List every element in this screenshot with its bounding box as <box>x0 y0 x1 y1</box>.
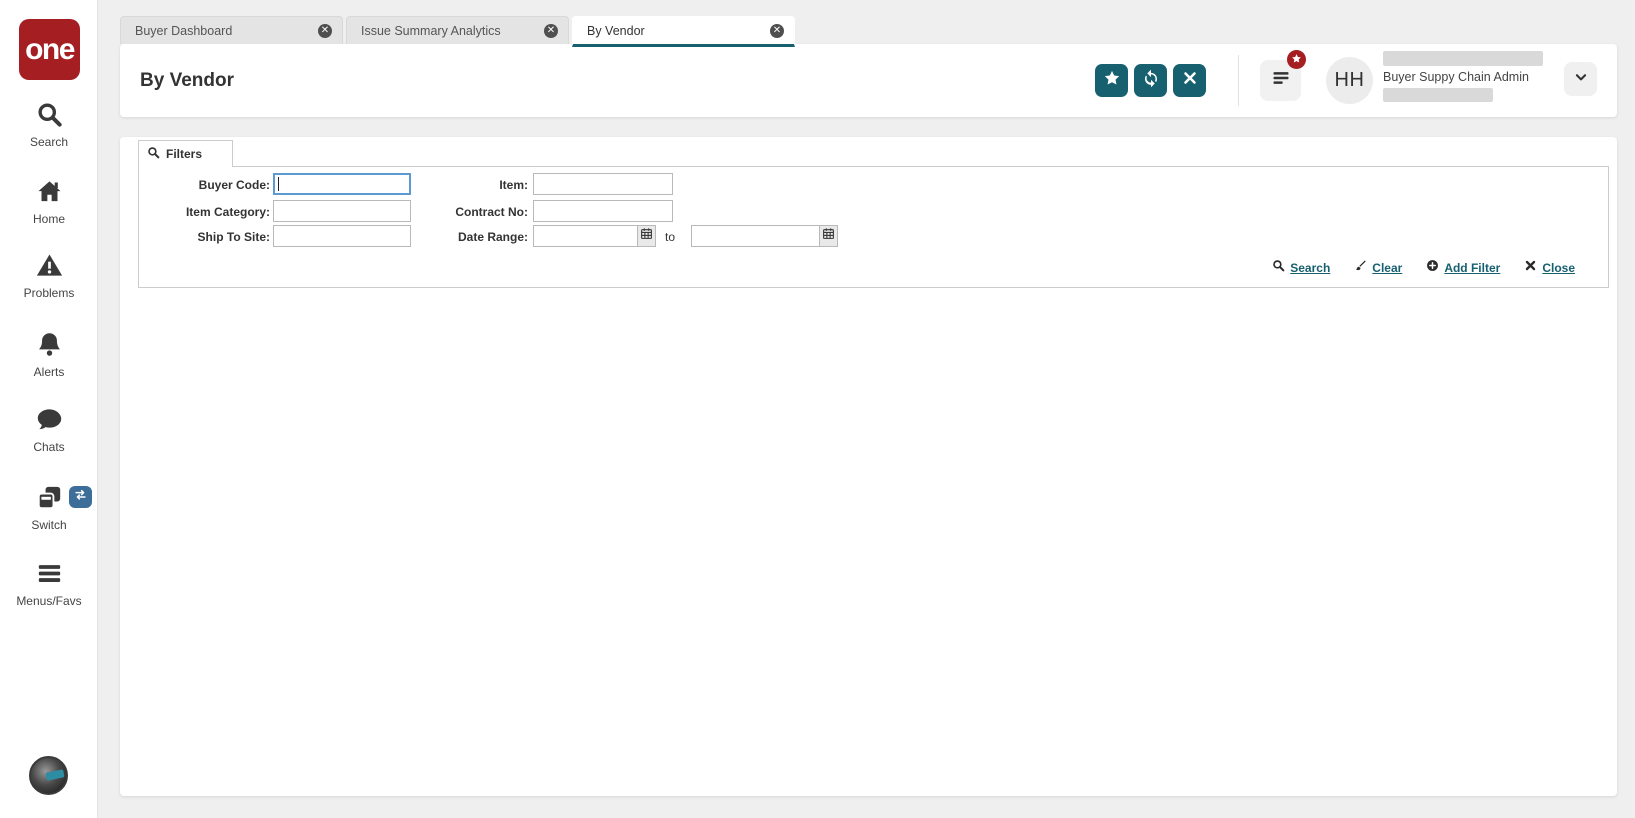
menu-lines-icon <box>1271 68 1291 93</box>
search-icon <box>36 103 63 132</box>
item-category-input[interactable] <box>273 200 411 222</box>
sidebar-item-alerts[interactable]: Alerts <box>0 331 98 379</box>
one-network-logo[interactable]: one <box>19 19 80 80</box>
sidebar-item-label: Chats <box>33 440 65 454</box>
date-range-to-text: to <box>665 230 676 244</box>
filters-panel-title: Filters <box>166 147 203 161</box>
contract-no-label: Contract No: <box>455 205 528 219</box>
user-initials: HH <box>1334 69 1365 91</box>
favorites-badge[interactable] <box>1287 50 1306 69</box>
date-range-from-group <box>533 225 656 247</box>
tab-by-vendor[interactable]: By Vendor ✕ <box>572 16 795 47</box>
close-link-label: Close <box>1542 261 1575 275</box>
sidebar-item-label: Problems <box>23 286 75 300</box>
tab-close-icon[interactable]: ✕ <box>770 23 784 38</box>
tab-buyer-dashboard[interactable]: Buyer Dashboard ✕ <box>120 16 343 44</box>
content-panel: Filters Buyer Code: Item Category: Ship … <box>120 137 1617 796</box>
filter-actions: Search Clear Add Filter Close <box>1272 259 1575 277</box>
user-role: Buyer Suppy Chain Admin <box>1383 70 1529 84</box>
bell-icon <box>36 333 63 362</box>
search-link[interactable]: Search <box>1272 259 1330 277</box>
app-root: one Search Home Problems Alerts Chats Sw… <box>0 0 1635 818</box>
close-icon <box>1181 69 1199 92</box>
search-link-label: Search <box>1290 261 1331 275</box>
sidebar-item-label: Menus/Favs <box>16 594 82 608</box>
user-avatar[interactable]: HH <box>1326 57 1373 104</box>
redacted-user-name <box>1383 51 1543 66</box>
date-range-from-input[interactable] <box>533 225 637 247</box>
hamburger-icon <box>36 565 63 591</box>
tab-label: Issue Summary Analytics <box>361 23 501 38</box>
clear-link-label: Clear <box>1372 261 1403 275</box>
tab-close-icon[interactable]: ✕ <box>318 23 332 38</box>
switch-swap-badge[interactable] <box>69 486 92 508</box>
ship-to-site-label: Ship To Site: <box>197 230 270 244</box>
buyer-code-input[interactable] <box>273 173 411 195</box>
buyer-code-label: Buyer Code: <box>198 178 270 192</box>
sidebar-item-label: Switch <box>31 518 67 532</box>
date-range-to-group <box>691 225 838 247</box>
sidebar: one Search Home Problems Alerts Chats Sw… <box>0 0 98 818</box>
chat-bubble-icon <box>36 409 63 437</box>
sidebar-item-problems[interactable]: Problems <box>0 252 98 300</box>
chevron-down-icon <box>1574 70 1588 89</box>
calendar-picker-button[interactable] <box>819 225 838 247</box>
header-divider <box>1238 55 1239 106</box>
sidebar-item-chats[interactable]: Chats <box>0 406 98 454</box>
header-action-buttons <box>1095 64 1206 97</box>
search-icon <box>1272 259 1285 277</box>
switch-windows-icon <box>36 486 63 515</box>
ai-assistant-avatar[interactable] <box>29 756 68 795</box>
bold-x-icon <box>1524 259 1537 277</box>
calendar-icon <box>640 227 653 245</box>
open-tabs-bar: Buyer Dashboard ✕ Issue Summary Analytic… <box>120 16 795 47</box>
logo-text: one <box>25 32 75 66</box>
tab-label: Buyer Dashboard <box>135 23 233 38</box>
item-label: Item: <box>499 178 528 192</box>
calendar-icon <box>822 227 835 245</box>
item-category-label: Item Category: <box>185 205 270 219</box>
sidebar-item-menus-favs[interactable]: Menus/Favs <box>0 560 98 608</box>
warning-triangle-icon <box>36 254 63 283</box>
sidebar-item-label: Search <box>29 135 69 149</box>
refresh-icon <box>1142 69 1160 92</box>
page-title: By Vendor <box>140 69 234 91</box>
user-menu-button[interactable] <box>1564 62 1597 96</box>
page-header: By Vendor HH Buyer Suppy Chain Admin <box>120 44 1617 117</box>
filters-panel-tab[interactable]: Filters <box>138 140 233 167</box>
tab-close-icon[interactable]: ✕ <box>544 23 558 38</box>
user-info: Buyer Suppy Chain Admin <box>1383 51 1543 102</box>
close-page-button[interactable] <box>1173 64 1206 97</box>
close-filters-link[interactable]: Close <box>1524 259 1575 277</box>
add-filter-link-label: Add Filter <box>1444 261 1501 275</box>
brush-clear-icon <box>1354 259 1367 277</box>
home-icon <box>36 181 63 209</box>
refresh-button[interactable] <box>1134 64 1167 97</box>
sidebar-item-label: Alerts <box>33 365 65 379</box>
item-input[interactable] <box>533 173 673 195</box>
contract-no-input[interactable] <box>533 200 673 222</box>
add-filter-link[interactable]: Add Filter <box>1426 259 1500 277</box>
sidebar-item-search[interactable]: Search <box>0 101 98 149</box>
star-icon <box>1103 69 1121 92</box>
calendar-picker-button[interactable] <box>637 225 656 247</box>
plus-circle-icon <box>1426 259 1439 277</box>
favorite-button[interactable] <box>1095 64 1128 97</box>
star-icon <box>1291 51 1302 69</box>
text-caret <box>278 177 279 191</box>
assistant-visor <box>45 769 65 781</box>
date-range-to-input[interactable] <box>691 225 819 247</box>
date-range-label: Date Range: <box>457 230 528 244</box>
sidebar-item-label: Home <box>32 212 65 226</box>
swap-arrows-icon <box>73 487 88 507</box>
redacted-user-detail <box>1383 88 1493 102</box>
tab-issue-summary-analytics[interactable]: Issue Summary Analytics ✕ <box>346 16 569 44</box>
search-icon <box>147 146 160 162</box>
tab-label: By Vendor <box>587 23 645 38</box>
ship-to-site-input[interactable] <box>273 225 411 247</box>
sidebar-item-home[interactable]: Home <box>0 178 98 226</box>
clear-link[interactable]: Clear <box>1354 259 1402 277</box>
